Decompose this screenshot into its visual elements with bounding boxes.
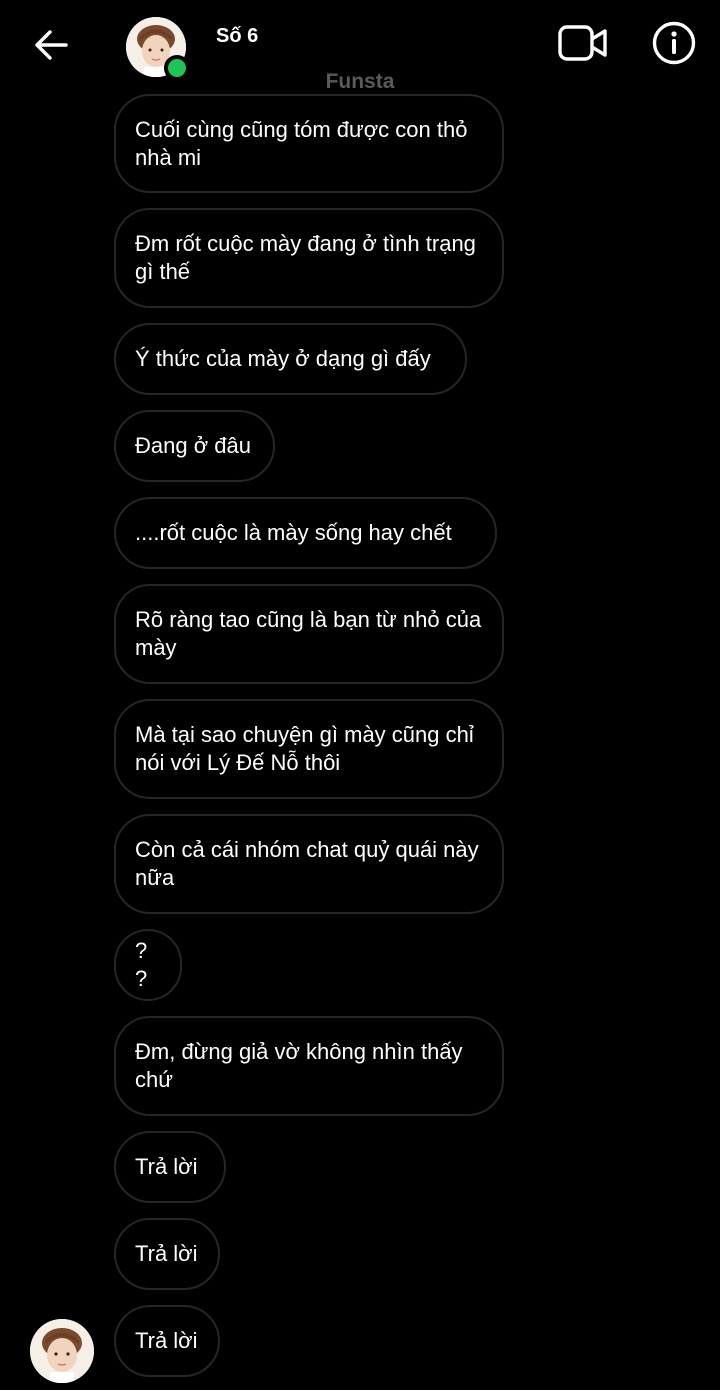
back-button[interactable] <box>28 22 74 68</box>
message-bubble[interactable]: Ý thức của mày ở dạng gì đấy <box>114 323 467 395</box>
message-text: ....rốt cuộc là mày sống hay chết <box>135 520 452 545</box>
message-text: Trả lời <box>135 1154 198 1179</box>
message-text: Rõ ràng tao cũng là bạn từ nhỏ của mày <box>135 607 482 660</box>
info-icon <box>652 21 696 65</box>
message-bubble[interactable]: Cuối cùng cũng tóm được con thỏ nhà mi <box>114 94 504 193</box>
message-list[interactable]: Cuối cùng cũng tóm được con thỏ nhà mi Đ… <box>0 0 720 1390</box>
chat-screen: Cuối cùng cũng tóm được con thỏ nhà mi Đ… <box>0 0 720 1390</box>
sender-avatar[interactable] <box>30 1319 94 1383</box>
video-call-button[interactable] <box>556 20 610 66</box>
message-text: Đm, đừng giả vờ không nhìn thấy chứ <box>135 1039 463 1092</box>
message-bubble[interactable]: Trả lời <box>114 1305 220 1377</box>
message-bubble[interactable]: ? ? <box>114 929 182 1001</box>
message-bubble[interactable]: Đang ở đâu <box>114 410 275 482</box>
info-button[interactable] <box>650 19 698 67</box>
message-text: Cuối cùng cũng tóm được con thỏ nhà mi <box>135 116 468 170</box>
message-bubble[interactable]: Đm, đừng giả vờ không nhìn thấy chứ <box>114 1016 504 1116</box>
message-text: Trả lời <box>135 1328 198 1353</box>
message-bubble[interactable]: Mà tại sao chuyện gì mày cũng chỉ nói vớ… <box>114 699 504 799</box>
message-bubble[interactable]: Trả lời <box>114 1218 220 1290</box>
message-text: Mà tại sao chuyện gì mày cũng chỉ nói vớ… <box>135 722 474 775</box>
arrow-left-icon <box>35 30 68 60</box>
message-text: Còn cả cái nhóm chat quỷ quái này nữa <box>135 837 479 890</box>
message-text: Đang ở đâu <box>135 433 251 458</box>
message-bubble[interactable]: Còn cả cái nhóm chat quỷ quái này nữa <box>114 814 504 914</box>
message-text: ? ? <box>135 938 148 991</box>
contact-name[interactable]: Số 6 <box>216 25 258 48</box>
chat-subtitle: Funsta <box>325 70 395 93</box>
avatar-portrait-icon <box>30 1319 94 1383</box>
message-text: Trả lời <box>135 1241 198 1266</box>
message-text: Ý thức của mày ở dạng gì đấy <box>135 346 431 371</box>
message-bubble[interactable]: Rõ ràng tao cũng là bạn từ nhỏ của mày <box>114 584 504 684</box>
contact-avatar[interactable] <box>126 17 190 81</box>
message-bubble[interactable]: Đm rốt cuộc mày đang ở tình trạng gì thế <box>114 208 504 308</box>
message-bubble[interactable]: ....rốt cuộc là mày sống hay chết <box>114 497 497 569</box>
message-text: Đm rốt cuộc mày đang ở tình trạng gì thế <box>135 231 476 284</box>
chat-header: Số 6 Funsta <box>0 0 720 96</box>
message-bubble[interactable]: Trả lời <box>114 1131 226 1203</box>
video-camera-icon <box>558 25 607 61</box>
